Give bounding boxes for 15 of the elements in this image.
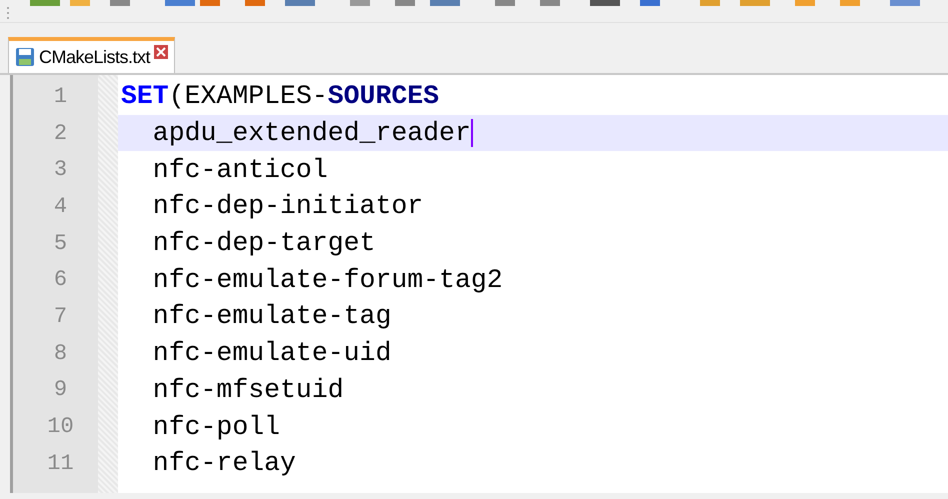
code-line: nfc-dep-initiator <box>152 190 424 224</box>
tab-label: CMakeLists.txt <box>39 46 150 68</box>
file-tab[interactable]: CMakeLists.txt <box>8 37 176 73</box>
close-icon[interactable] <box>154 45 168 59</box>
code-line: nfc-emulate-forum-tag2 <box>152 264 504 297</box>
gripper-icon <box>6 6 10 20</box>
code-line: nfc-anticol <box>152 154 329 187</box>
code-line: nfc-emulate-uid <box>152 337 392 370</box>
code-line: SET(EXAMPLES-SOURCES <box>120 80 440 114</box>
code-line: nfc-poll <box>152 410 282 444</box>
code-line: nfc-relay <box>152 447 297 480</box>
text-cursor <box>470 119 473 148</box>
code-line: nfc-emulate-tag <box>152 300 392 334</box>
code-line: nfc-mfsetuid <box>152 374 345 407</box>
code-line: nfc-dep-target <box>152 227 376 260</box>
